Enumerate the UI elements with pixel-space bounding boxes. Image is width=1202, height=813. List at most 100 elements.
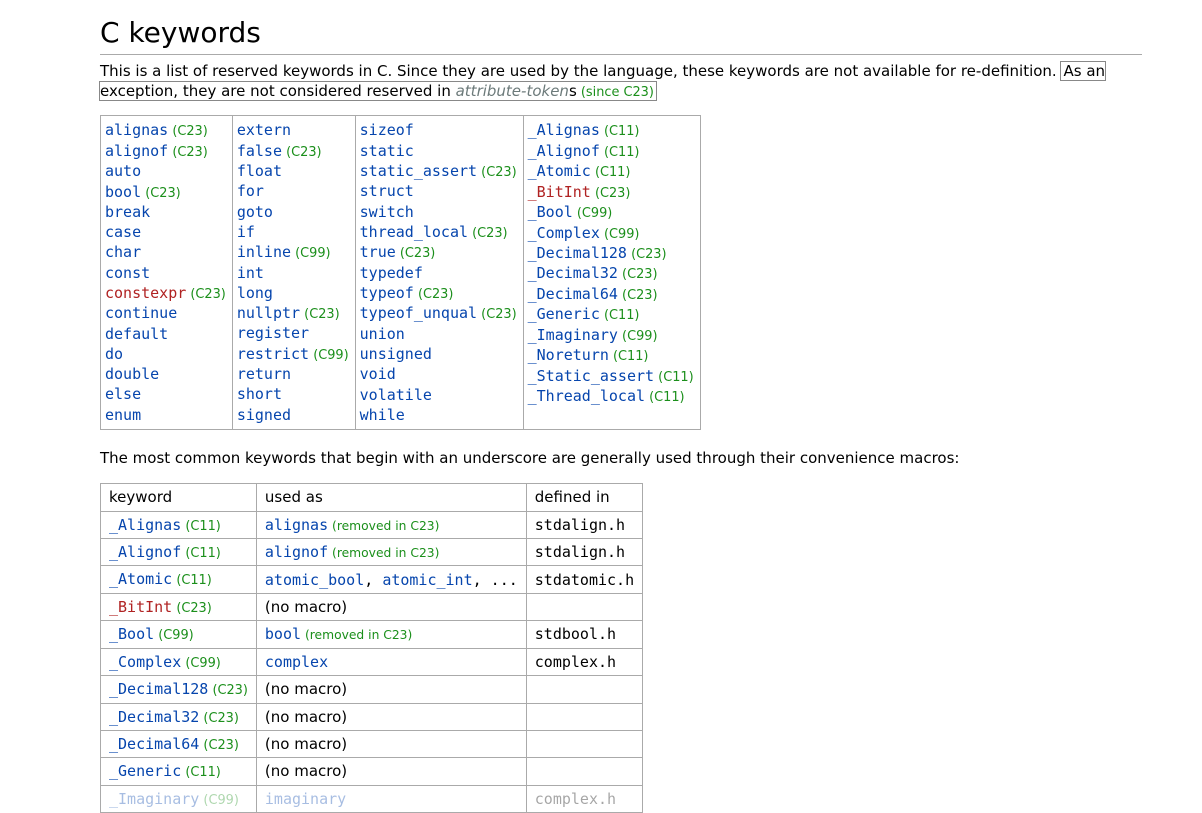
keyword-link[interactable]: void — [360, 365, 396, 383]
used-as-cell: alignas (removed in C23) — [256, 511, 526, 538]
keyword-link[interactable]: _Generic — [109, 762, 181, 780]
keyword-link[interactable]: _Atomic — [528, 162, 591, 180]
keyword-entry: false (C23) — [237, 141, 349, 161]
keyword-link[interactable]: _Alignof — [109, 543, 181, 561]
keyword-link[interactable]: union — [360, 325, 405, 343]
keyword-link[interactable]: enum — [105, 406, 141, 424]
keyword-link[interactable]: switch — [360, 203, 414, 221]
keyword-link[interactable]: break — [105, 203, 150, 221]
keyword-link[interactable]: _Alignof — [528, 142, 600, 160]
since-tag: (C11) — [645, 390, 685, 405]
since-tag: (C11) — [654, 370, 694, 385]
keyword-link[interactable]: _Decimal64 — [109, 735, 199, 753]
keyword-entry: int — [237, 263, 349, 283]
keyword-link[interactable]: else — [105, 385, 141, 403]
keyword-link[interactable]: static — [360, 142, 414, 160]
keyword-link[interactable]: _Generic — [528, 305, 600, 323]
macro-link[interactable]: atomic_int — [382, 571, 472, 589]
keyword-link[interactable]: do — [105, 345, 123, 363]
keyword-link[interactable]: struct — [360, 182, 414, 200]
table-row: _Decimal128 (C23)(no macro) — [101, 676, 643, 703]
keyword-entry: thread_local (C23) — [360, 222, 517, 242]
keyword-link[interactable]: typeof_unqual — [360, 304, 477, 322]
keyword-link[interactable]: false — [237, 142, 282, 160]
macro-link[interactable]: complex — [265, 653, 328, 671]
keyword-link[interactable]: _Decimal128 — [109, 680, 208, 698]
keyword-link[interactable]: typeof — [360, 284, 414, 302]
keyword-link[interactable]: register — [237, 324, 309, 342]
plain-text: (no macro) — [265, 680, 347, 698]
keyword-link[interactable]: extern — [237, 121, 291, 139]
keyword-link[interactable]: if — [237, 223, 255, 241]
keyword-redlink[interactable]: _BitInt — [109, 598, 172, 616]
keyword-link[interactable]: nullptr — [237, 304, 300, 322]
keyword-link[interactable]: goto — [237, 203, 273, 221]
keyword-redlink[interactable]: _BitInt — [528, 183, 591, 201]
keyword-link[interactable]: typedef — [360, 264, 423, 282]
macro-link[interactable]: atomic_bool — [265, 571, 364, 589]
keyword-link[interactable]: alignas — [105, 121, 168, 139]
keyword-link[interactable]: static_assert — [360, 162, 477, 180]
table-row: _Atomic (C11)atomic_bool, atomic_int, ..… — [101, 566, 643, 593]
keyword-link[interactable]: sizeof — [360, 121, 414, 139]
keyword-link[interactable]: _Bool — [528, 203, 573, 221]
keyword-link[interactable]: for — [237, 182, 264, 200]
keyword-link[interactable]: _Decimal128 — [528, 244, 627, 262]
keyword-link[interactable]: bool — [105, 183, 141, 201]
macro-link[interactable]: alignof — [265, 543, 328, 561]
since-tag: (C23) — [618, 288, 658, 303]
keyword-link[interactable]: inline — [237, 243, 291, 261]
keyword-link[interactable]: _Bool — [109, 625, 154, 643]
keyword-entry: case — [105, 222, 226, 242]
keyword-link[interactable]: default — [105, 325, 168, 343]
keyword-link[interactable]: const — [105, 264, 150, 282]
keyword-link[interactable]: _Decimal64 — [528, 285, 618, 303]
keyword-link[interactable]: auto — [105, 162, 141, 180]
keyword-entry: typeof_unqual (C23) — [360, 303, 517, 323]
since-tag: (C99) — [309, 348, 349, 363]
keyword-entry: const — [105, 263, 226, 283]
keyword-link[interactable]: _Thread_local — [528, 387, 645, 405]
keyword-link[interactable]: restrict — [237, 345, 309, 363]
keyword-link[interactable]: _Atomic — [109, 570, 172, 588]
keyword-redlink[interactable]: constexpr — [105, 284, 186, 302]
keyword-link[interactable]: _Complex — [528, 224, 600, 242]
since-tag: (C23) — [186, 287, 226, 302]
keyword-link[interactable]: _Complex — [109, 653, 181, 671]
keyword-link[interactable]: return — [237, 365, 291, 383]
keyword-link[interactable]: case — [105, 223, 141, 241]
keyword-link[interactable]: alignof — [105, 142, 168, 160]
keyword-link[interactable]: _Imaginary — [528, 326, 618, 344]
since-tag: (C23) — [477, 165, 517, 180]
keyword-link[interactable]: char — [105, 243, 141, 261]
keyword-entry: static_assert (C23) — [360, 161, 517, 181]
keyword-link[interactable]: thread_local — [360, 223, 468, 241]
keyword-link[interactable]: double — [105, 365, 159, 383]
keyword-column: sizeofstaticstatic_assert (C23)structswi… — [355, 116, 523, 430]
macro-link[interactable]: bool — [265, 625, 301, 643]
keyword-entry: auto — [105, 161, 226, 181]
keyword-link[interactable]: _Imaginary — [109, 790, 199, 808]
keyword-link[interactable]: true — [360, 243, 396, 261]
keyword-link[interactable]: _Static_assert — [528, 367, 654, 385]
since-tag: (C11) — [181, 765, 221, 780]
keyword-link[interactable]: float — [237, 162, 282, 180]
keyword-link[interactable]: _Alignas — [528, 121, 600, 139]
keyword-link[interactable]: while — [360, 406, 405, 424]
keyword-entry: typedef — [360, 263, 517, 283]
keyword-link[interactable]: signed — [237, 406, 291, 424]
macro-link[interactable]: alignas — [265, 516, 328, 534]
keyword-link[interactable]: _Decimal32 — [109, 708, 199, 726]
macro-header: defined in — [526, 484, 642, 511]
keyword-link[interactable]: long — [237, 284, 273, 302]
keyword-link[interactable]: unsigned — [360, 345, 432, 363]
keyword-link[interactable]: volatile — [360, 386, 432, 404]
keyword-link[interactable]: _Alignas — [109, 516, 181, 534]
keyword-link[interactable]: int — [237, 264, 264, 282]
macro-link[interactable]: imaginary — [265, 790, 346, 808]
keyword-link[interactable]: continue — [105, 304, 177, 322]
keyword-link[interactable]: _Decimal32 — [528, 264, 618, 282]
keyword-link[interactable]: _Noreturn — [528, 346, 609, 364]
keyword-link[interactable]: short — [237, 385, 282, 403]
keyword-entry: for — [237, 181, 349, 201]
